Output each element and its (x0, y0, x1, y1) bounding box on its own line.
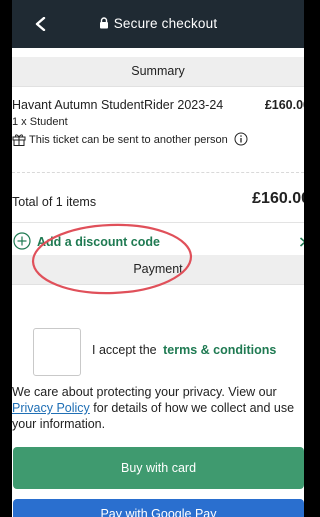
buy-with-card-button[interactable]: Buy with card (13, 447, 304, 489)
add-discount-code-link[interactable]: Add a discount code (37, 235, 160, 249)
transfer-note-text: This ticket can be sent to another perso… (29, 134, 228, 146)
lock-icon (99, 17, 108, 29)
ticket-price: £160.00 (264, 98, 304, 112)
gift-icon (12, 134, 26, 146)
plus-circle-icon (13, 232, 31, 250)
payment-section-header: Payment (12, 255, 304, 285)
terms-acceptance: I accept the terms & conditions (92, 343, 276, 357)
summary-divider (12, 172, 304, 173)
page-title-text: Secure checkout (113, 16, 218, 31)
privacy-policy-link[interactable]: Privacy Policy (12, 401, 90, 415)
chevron-right-icon (299, 237, 304, 247)
accept-text: I accept the (92, 343, 157, 357)
privacy-notice: We care about protecting your privacy. V… (12, 384, 304, 432)
ticket-name: Havant Autumn StudentRider 2023-24 (12, 98, 224, 112)
terms-link[interactable]: terms & conditions (163, 343, 276, 357)
checkout-screen: Secure checkout Summary Havant Autumn St… (12, 0, 304, 517)
total-value: £160.00 (252, 190, 304, 207)
transfer-note: This ticket can be sent to another perso… (12, 132, 248, 146)
terms-checkbox[interactable] (33, 328, 81, 376)
info-icon[interactable] (234, 132, 248, 146)
add-discount-code-row[interactable]: Add a discount code (12, 232, 304, 254)
privacy-text-start: We care about protecting your privacy. V… (12, 385, 277, 399)
alternative-pay-button[interactable]: Pay with Google Pay (13, 499, 304, 517)
page-title: Secure checkout (12, 16, 304, 31)
total-divider (12, 222, 304, 223)
total-label: Total of 1 items (12, 195, 97, 209)
ticket-quantity: 1 x Student (12, 116, 68, 128)
summary-section-header: Summary (12, 57, 304, 87)
top-bar: Secure checkout (12, 0, 304, 48)
